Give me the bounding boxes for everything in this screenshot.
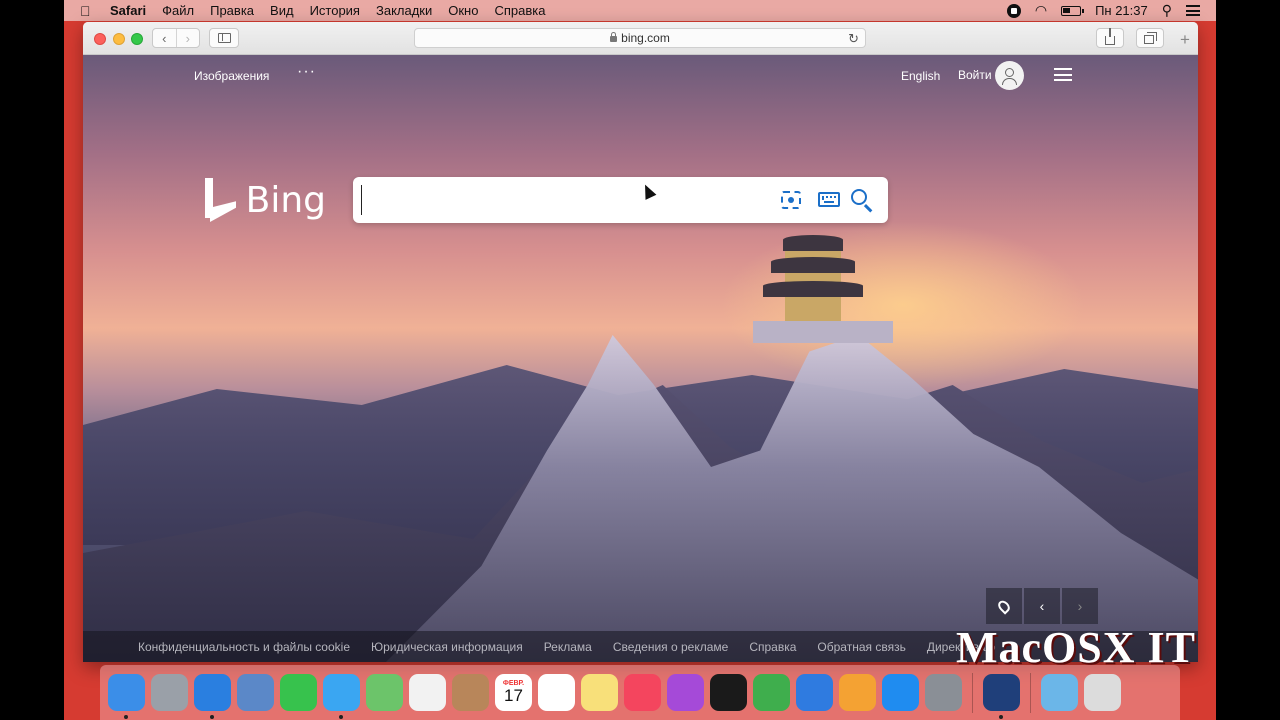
wifi-icon[interactable]: ◠ (1035, 3, 1047, 17)
minimize-window-button[interactable] (113, 33, 125, 45)
background-temple (753, 235, 893, 345)
bing-logo-word: Bing (245, 179, 326, 221)
more-options-icon[interactable]: ··· (297, 63, 316, 81)
language-link[interactable]: English (901, 69, 940, 83)
dock-contacts-icon[interactable] (452, 674, 489, 711)
dock-safari-icon[interactable] (194, 674, 231, 719)
keyboard-icon[interactable] (818, 192, 840, 207)
footer-link-legal[interactable]: Юридическая информация (371, 640, 523, 654)
menu-history[interactable]: История (310, 3, 360, 18)
new-tab-button[interactable]: + (1175, 30, 1195, 50)
address-bar[interactable]: bing.com ↻ (414, 28, 866, 48)
bing-homepage: Изображения ··· English Войти Bing ‹ › К… (83, 55, 1198, 662)
reload-button[interactable]: ↻ (848, 31, 859, 47)
spotlight-search-icon[interactable]: ⚲ (1162, 2, 1172, 19)
dock-mail-icon[interactable] (237, 674, 274, 711)
menu-file[interactable]: Файл (162, 3, 194, 18)
safari-toolbar: ‹ › bing.com ↻ + (83, 22, 1198, 55)
dock-messages-icon[interactable] (323, 674, 360, 719)
menu-view[interactable]: Вид (270, 3, 294, 18)
share-button[interactable] (1096, 27, 1124, 48)
dock-quicktime-icon[interactable] (983, 674, 1020, 719)
show-tabs-button[interactable] (1136, 28, 1164, 48)
dock-system-preferences-icon[interactable] (925, 674, 962, 711)
hamburger-menu-icon[interactable] (1054, 68, 1072, 81)
footer-link-help[interactable]: Справка (749, 640, 796, 654)
sidebar-icon (217, 33, 231, 43)
apple-menu-icon[interactable]:  (80, 3, 102, 19)
search-input[interactable] (361, 185, 761, 215)
menu-bar:  Safari Файл Правка Вид История Закладк… (64, 0, 1216, 21)
dock-launchpad-icon[interactable] (151, 674, 188, 711)
dock-keynote-icon[interactable] (796, 674, 833, 711)
dock-photos-icon[interactable] (409, 674, 446, 711)
menu-edit[interactable]: Правка (210, 3, 254, 18)
dock-notes-icon[interactable] (581, 674, 618, 711)
letterbox-left (0, 0, 64, 720)
dock-trash-icon[interactable] (1084, 674, 1121, 711)
visual-search-icon[interactable] (781, 191, 801, 209)
calendar-day: 17 (504, 686, 523, 705)
notification-center-icon[interactable] (1186, 5, 1200, 16)
location-pin-icon (995, 597, 1013, 615)
navigation-buttons: ‹ › (152, 28, 200, 48)
user-avatar-icon[interactable] (995, 61, 1024, 90)
menu-window[interactable]: Окно (448, 3, 478, 18)
dock-downloads-icon[interactable] (1041, 674, 1078, 711)
dock: ФЕВР. 17 (100, 665, 1180, 720)
bing-logo-mark (204, 176, 236, 224)
previous-image-button[interactable]: ‹ (1024, 588, 1060, 624)
dock-music-icon[interactable] (624, 674, 661, 711)
dock-finder-icon[interactable] (108, 674, 145, 719)
dock-separator (1030, 672, 1031, 713)
dock-pages-icon[interactable] (839, 674, 876, 711)
bing-top-nav: Изображения ··· English Войти (83, 55, 1198, 99)
back-button[interactable]: ‹ (153, 29, 176, 47)
footer-link-feedback[interactable]: Обратная связь (817, 640, 905, 654)
running-indicator (210, 715, 214, 719)
search-icon[interactable] (851, 189, 867, 205)
forward-button[interactable]: › (175, 29, 200, 47)
menu-bookmarks[interactable]: Закладки (376, 3, 432, 18)
address-text: bing.com (621, 31, 670, 45)
menu-help[interactable]: Справка (494, 3, 545, 18)
safari-window: ‹ › bing.com ↻ + Изображения ··· English… (83, 22, 1198, 662)
running-indicator (339, 715, 343, 719)
footer-link-advertising[interactable]: Реклама (544, 640, 592, 654)
fullscreen-window-button[interactable] (131, 33, 143, 45)
lock-icon (610, 32, 618, 42)
footer-link-privacy[interactable]: Конфиденциальность и файлы cookie (138, 640, 350, 654)
signin-link[interactable]: Войти (958, 68, 992, 82)
image-location-button[interactable] (986, 588, 1022, 624)
letterbox-right (1216, 0, 1280, 720)
dock-apple-tv-icon[interactable] (710, 674, 747, 711)
bing-logo: Bing (204, 175, 326, 225)
dock-maps-icon[interactable] (366, 674, 403, 711)
dock-reminders-icon[interactable] (538, 674, 575, 711)
dock-separator (972, 672, 973, 713)
nav-images-link[interactable]: Изображения (194, 69, 269, 83)
dock-facetime-icon[interactable] (280, 674, 317, 711)
dock-calendar-icon[interactable]: ФЕВР. 17 (495, 674, 532, 711)
menu-clock[interactable]: Пн 21:37 (1095, 3, 1148, 18)
dock-podcasts-icon[interactable] (667, 674, 704, 711)
menu-safari[interactable]: Safari (110, 3, 146, 18)
screen-record-icon[interactable] (1006, 3, 1021, 18)
next-image-button[interactable]: › (1062, 588, 1098, 624)
footer-link-about-ads[interactable]: Сведения о рекламе (613, 640, 729, 654)
running-indicator (124, 715, 128, 719)
image-controls: ‹ › (986, 588, 1098, 624)
dock-numbers-icon[interactable] (753, 674, 790, 711)
share-icon (1105, 27, 1115, 45)
search-box (353, 177, 888, 223)
tabs-icon (1144, 31, 1157, 44)
close-window-button[interactable] (94, 33, 106, 45)
sidebar-toggle-button[interactable] (209, 28, 239, 48)
battery-icon[interactable] (1061, 5, 1085, 16)
dock-app-store-icon[interactable] (882, 674, 919, 711)
running-indicator (999, 715, 1003, 719)
